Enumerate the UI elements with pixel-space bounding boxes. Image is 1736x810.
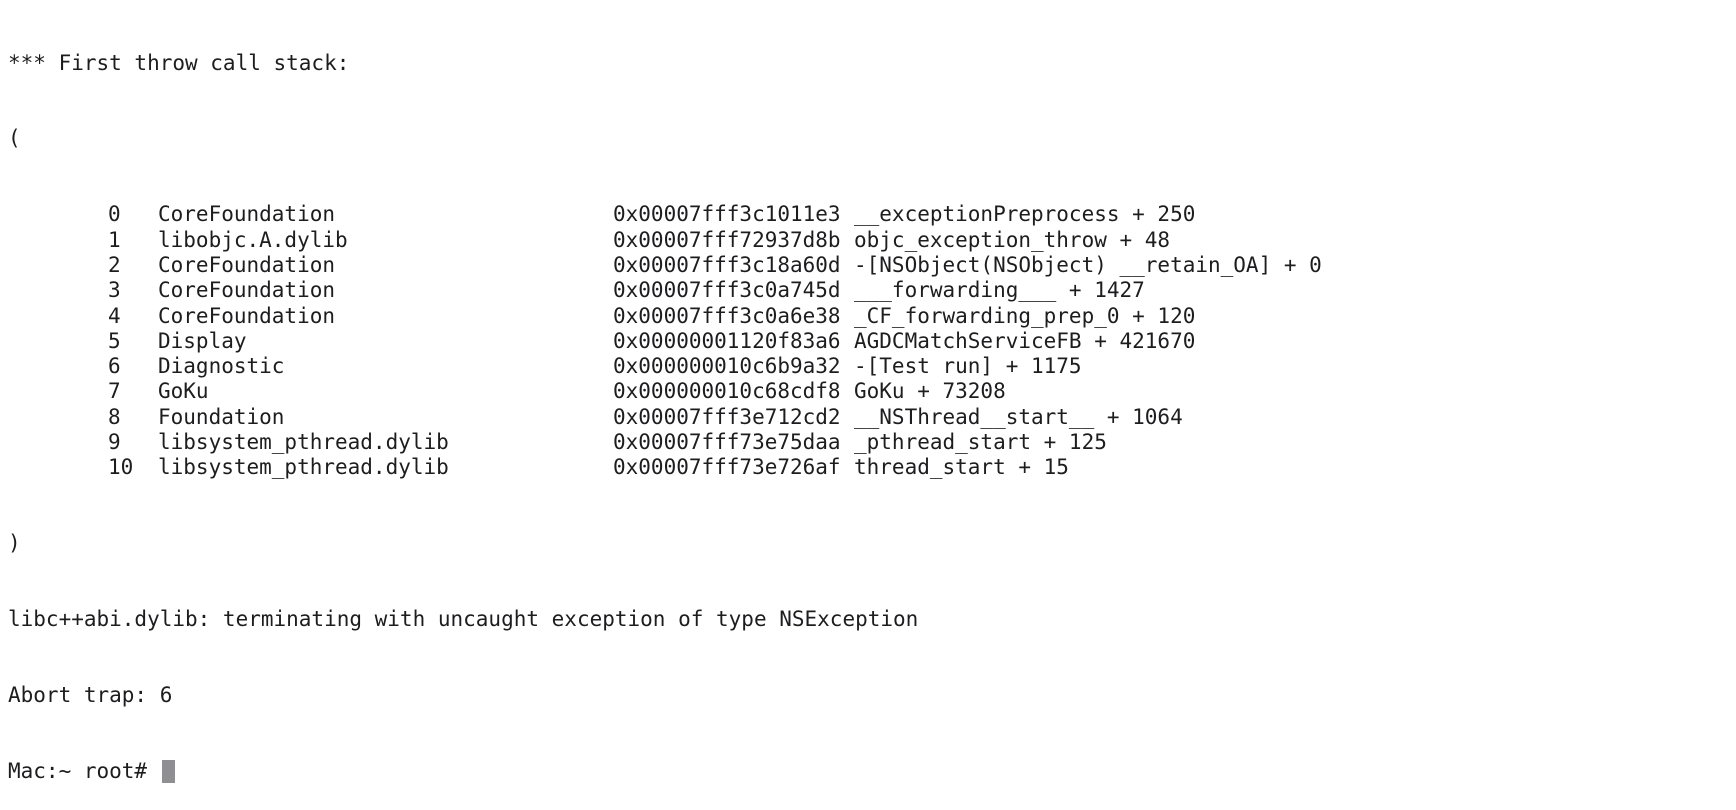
stack-frame-row: 6 Diagnostic 0x000000010c6b9a32 -[Test run]… bbox=[8, 354, 1728, 379]
frame-library: GoKu bbox=[158, 379, 209, 404]
call-stack-list: 0 CoreFoundation 0x00007fff3c1011e3 __excep… bbox=[8, 202, 1728, 480]
frame-library: libsystem_pthread.dylib bbox=[158, 430, 449, 455]
frame-index: 3 bbox=[108, 278, 121, 303]
stack-frame-row: 7 GoKu 0x000000010c68cdf8 GoKu + 73208 bbox=[8, 379, 1728, 404]
frame-library: Diagnostic bbox=[158, 354, 285, 379]
stack-frame-row: 3 CoreFoundation 0x00007fff3c0a745d ___forw… bbox=[8, 278, 1728, 303]
frame-address: 0x00007fff3c0a6e38 bbox=[613, 303, 841, 328]
frame-library: CoreFoundation bbox=[158, 278, 336, 303]
frame-symbol: -[Test run] + 1175 bbox=[854, 354, 1082, 379]
stack-frame-row: 4 CoreFoundation 0x00007fff3c0a6e38 _CF_for… bbox=[8, 304, 1728, 329]
frame-symbol: AGDCMatchServiceFB + 421670 bbox=[854, 328, 1196, 353]
frame-address: 0x000000010c68cdf8 bbox=[613, 379, 841, 404]
frame-symbol: ___forwarding___ + 1427 bbox=[854, 278, 1145, 303]
frame-address: 0x00007fff73e75daa bbox=[613, 430, 841, 455]
stack-frame-row: 5 Display 0x00000001120f83a6 AGDCMatchServi… bbox=[8, 329, 1728, 354]
stack-header: *** First throw call stack: bbox=[8, 50, 350, 75]
open-paren: ( bbox=[8, 126, 21, 151]
frame-symbol: __NSThread__start__ + 1064 bbox=[854, 404, 1183, 429]
frame-symbol: GoKu + 73208 bbox=[854, 379, 1006, 404]
frame-index: 7 bbox=[108, 379, 121, 404]
frame-address: 0x00007fff73e726af bbox=[613, 455, 841, 480]
frame-index: 1 bbox=[108, 227, 121, 252]
frame-address: 0x00000001120f83a6 bbox=[613, 328, 841, 353]
frame-library: libsystem_pthread.dylib bbox=[158, 455, 449, 480]
frame-index: 9 bbox=[108, 430, 121, 455]
stack-frame-row: 2 CoreFoundation 0x00007fff3c18a60d -[NSObj… bbox=[8, 253, 1728, 278]
stack-frame-row: 0 CoreFoundation 0x00007fff3c1011e3 __excep… bbox=[8, 202, 1728, 227]
stack-frame-row: 10 libsystem_pthread.dylib 0x00007fff73e72… bbox=[8, 455, 1728, 480]
frame-index: 0 bbox=[108, 202, 121, 227]
frame-library: Foundation bbox=[158, 404, 285, 429]
frame-library: CoreFoundation bbox=[158, 303, 336, 328]
frame-library: CoreFoundation bbox=[158, 202, 336, 227]
shell-prompt: Mac:~ root# bbox=[8, 758, 160, 783]
frame-library: libobjc.A.dylib bbox=[158, 227, 348, 252]
frame-address: 0x00007fff3c18a60d bbox=[613, 252, 841, 277]
frame-index: 8 bbox=[108, 404, 121, 429]
stack-frame-row: 9 libsystem_pthread.dylib 0x00007fff73e75d… bbox=[8, 430, 1728, 455]
termination-message: libc++abi.dylib: terminating with uncaug… bbox=[8, 607, 919, 632]
frame-symbol: objc_exception_throw + 48 bbox=[854, 227, 1171, 252]
frame-address: 0x00007fff3e712cd2 bbox=[613, 404, 841, 429]
frame-index: 4 bbox=[108, 303, 121, 328]
terminal-output[interactable]: *** First throw call stack: ( 0 CoreFound… bbox=[8, 0, 1728, 783]
stack-frame-row: 1 libobjc.A.dylib 0x00007fff72937d8b objc_e… bbox=[8, 228, 1728, 253]
prompt-line[interactable]: Mac:~ root# bbox=[8, 759, 1728, 784]
frame-library: CoreFoundation bbox=[158, 252, 336, 277]
frame-symbol: -[NSObject(NSObject) __retain_OA] + 0 bbox=[854, 252, 1322, 277]
stack-frame-row: 8 Foundation 0x00007fff3e712cd2 __NSThread_… bbox=[8, 405, 1728, 430]
frame-address: 0x00007fff72937d8b bbox=[613, 227, 841, 252]
frame-library: Display bbox=[158, 328, 247, 353]
frame-symbol: __exceptionPreprocess + 250 bbox=[854, 202, 1196, 227]
frame-symbol: _pthread_start + 125 bbox=[854, 430, 1107, 455]
frame-symbol: thread_start + 15 bbox=[854, 455, 1069, 480]
frame-address: 0x000000010c6b9a32 bbox=[613, 354, 841, 379]
frame-index: 2 bbox=[108, 252, 121, 277]
frame-index: 6 bbox=[108, 354, 121, 379]
abort-message: Abort trap: 6 bbox=[8, 683, 173, 708]
text-cursor[interactable] bbox=[161, 759, 175, 783]
frame-index: 10 bbox=[108, 455, 134, 480]
frame-address: 0x00007fff3c0a745d bbox=[613, 278, 841, 303]
frame-address: 0x00007fff3c1011e3 bbox=[613, 202, 841, 227]
frame-symbol: _CF_forwarding_prep_0 + 120 bbox=[854, 303, 1196, 328]
frame-index: 5 bbox=[108, 328, 121, 353]
close-paren: ) bbox=[8, 531, 21, 556]
